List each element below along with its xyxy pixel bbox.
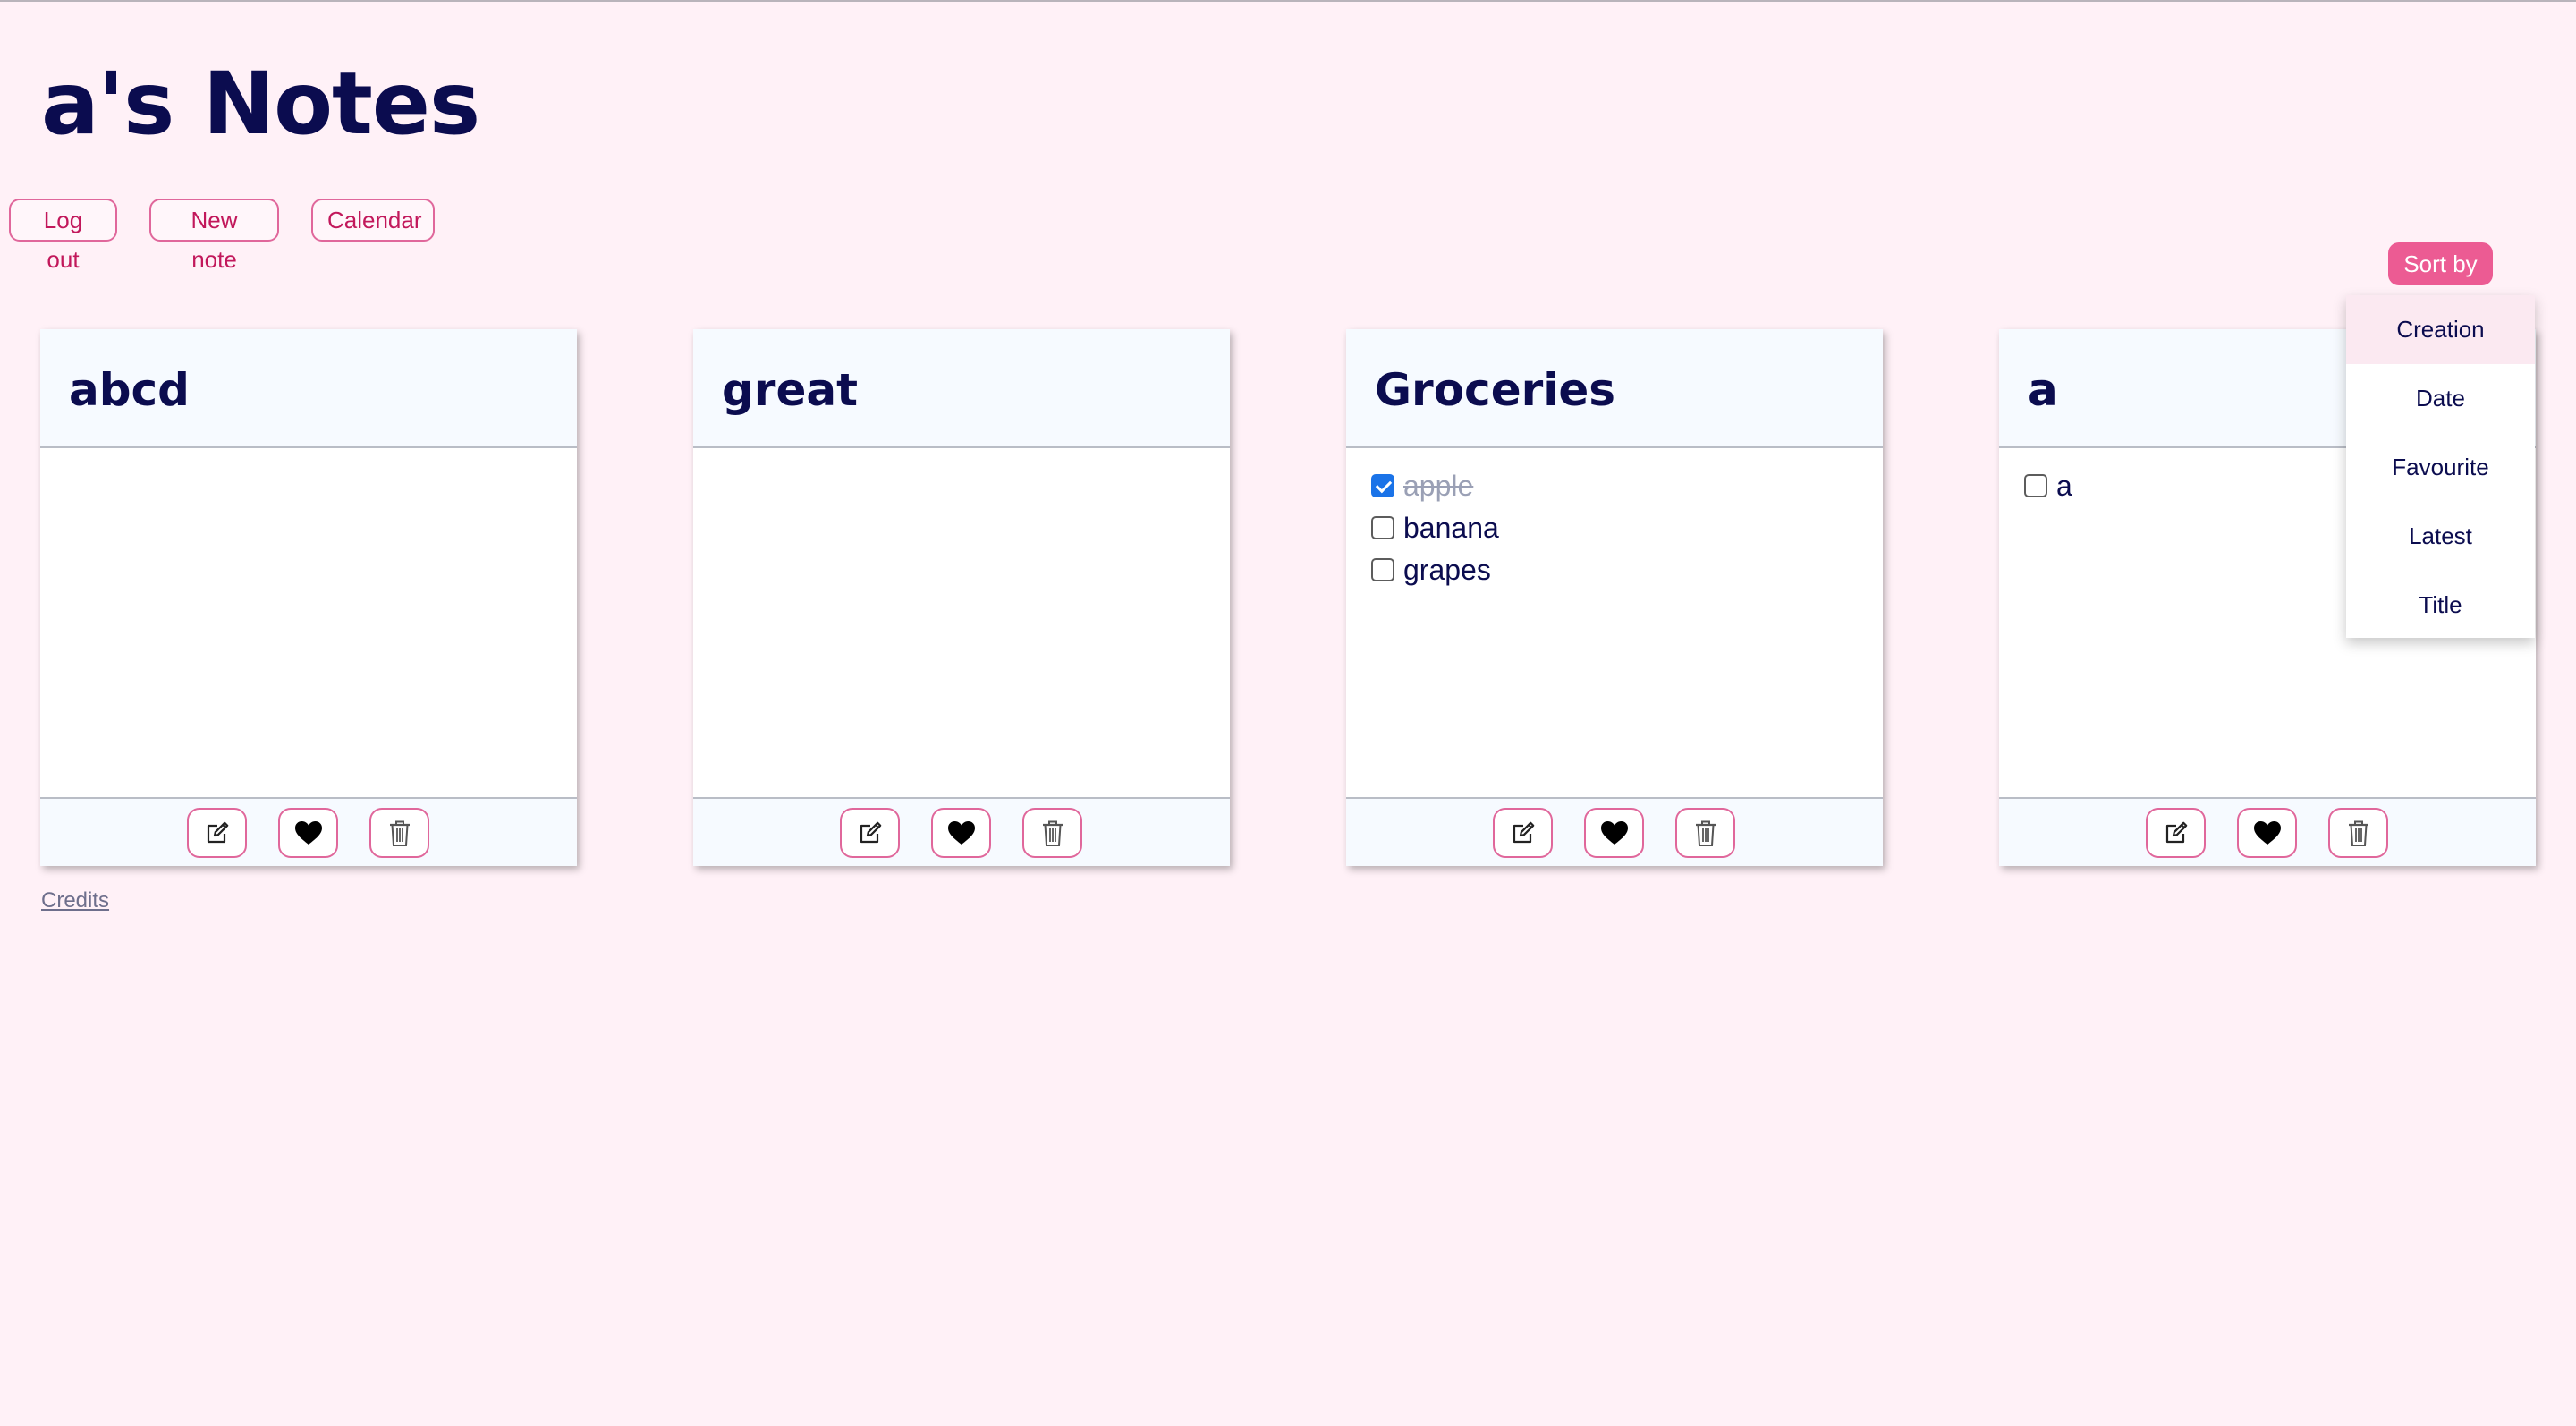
heart-icon: [2253, 821, 2281, 845]
logout-button[interactable]: Log out: [9, 199, 117, 273]
edit-note-button[interactable]: [840, 808, 900, 858]
favourite-note-button[interactable]: [931, 808, 991, 858]
checklist-item[interactable]: a: [2024, 468, 2072, 504]
note-body: [40, 448, 577, 797]
note-card: Groceries apple banana grapes: [1346, 329, 1883, 866]
note-footer: [1999, 797, 2536, 866]
trash-icon: [389, 820, 410, 846]
credits-link[interactable]: Credits: [41, 888, 109, 913]
heart-icon: [1600, 821, 1628, 845]
sort-option-favourite[interactable]: Favourite: [2346, 433, 2535, 502]
checkbox[interactable]: [2024, 474, 2047, 497]
edit-note-button[interactable]: [187, 808, 247, 858]
checklist-item-label: banana: [1403, 511, 1499, 544]
heart-icon: [294, 821, 322, 845]
favourite-note-button[interactable]: [1584, 808, 1644, 858]
new-note-button[interactable]: New note: [149, 199, 279, 273]
sort-option-latest[interactable]: Latest: [2346, 502, 2535, 571]
note-title: Groceries: [1375, 364, 1616, 416]
note-title: a: [2028, 364, 2058, 416]
note-header: great: [693, 329, 1230, 448]
checklist-item[interactable]: grapes: [1371, 552, 1491, 588]
note-header: Groceries: [1346, 329, 1883, 448]
note-header: abcd: [40, 329, 577, 448]
trash-icon: [1042, 820, 1063, 846]
delete-note-button[interactable]: [1675, 808, 1735, 858]
checklist-item[interactable]: banana: [1371, 510, 1499, 546]
checklist-item-label: a: [2056, 469, 2072, 502]
trash-icon: [2348, 820, 2368, 846]
edit-note-button[interactable]: [2146, 808, 2206, 858]
edit-note-button[interactable]: [1493, 808, 1553, 858]
sort-option-creation[interactable]: Creation: [2346, 295, 2535, 364]
checklist-item[interactable]: apple: [1371, 468, 1473, 504]
calendar-button[interactable]: Calendar: [311, 199, 435, 242]
edit-icon: [207, 821, 228, 844]
note-card: abcd: [40, 329, 577, 866]
checklist-item-label: apple: [1403, 469, 1474, 502]
sort-by-button[interactable]: Sort by: [2388, 242, 2493, 285]
checklist-item-label: grapes: [1403, 553, 1491, 586]
edit-icon: [1513, 821, 1534, 844]
delete-note-button[interactable]: [369, 808, 429, 858]
edit-icon: [2165, 821, 2187, 844]
sort-option-title[interactable]: Title: [2346, 571, 2535, 640]
note-footer: [40, 797, 577, 866]
trash-icon: [1695, 820, 1716, 846]
checkbox[interactable]: [1371, 516, 1394, 539]
note-footer: [693, 797, 1230, 866]
checkbox[interactable]: [1371, 474, 1394, 497]
note-footer: [1346, 797, 1883, 866]
edit-icon: [860, 821, 881, 844]
note-title: abcd: [69, 364, 190, 416]
window-top-border: [0, 0, 2576, 2]
note-card: great: [693, 329, 1230, 866]
note-body: apple banana grapes: [1346, 448, 1883, 797]
favourite-note-button[interactable]: [278, 808, 338, 858]
heart-icon: [947, 821, 975, 845]
favourite-note-button[interactable]: [2237, 808, 2297, 858]
delete-note-button[interactable]: [1022, 808, 1082, 858]
note-title: great: [722, 364, 859, 416]
sort-dropdown-menu: Creation Date Favourite Latest Title: [2346, 295, 2535, 638]
delete-note-button[interactable]: [2328, 808, 2388, 858]
sort-option-date[interactable]: Date: [2346, 364, 2535, 433]
note-body: [693, 448, 1230, 797]
checkbox[interactable]: [1371, 558, 1394, 581]
page-title: a's Notes: [41, 54, 480, 154]
